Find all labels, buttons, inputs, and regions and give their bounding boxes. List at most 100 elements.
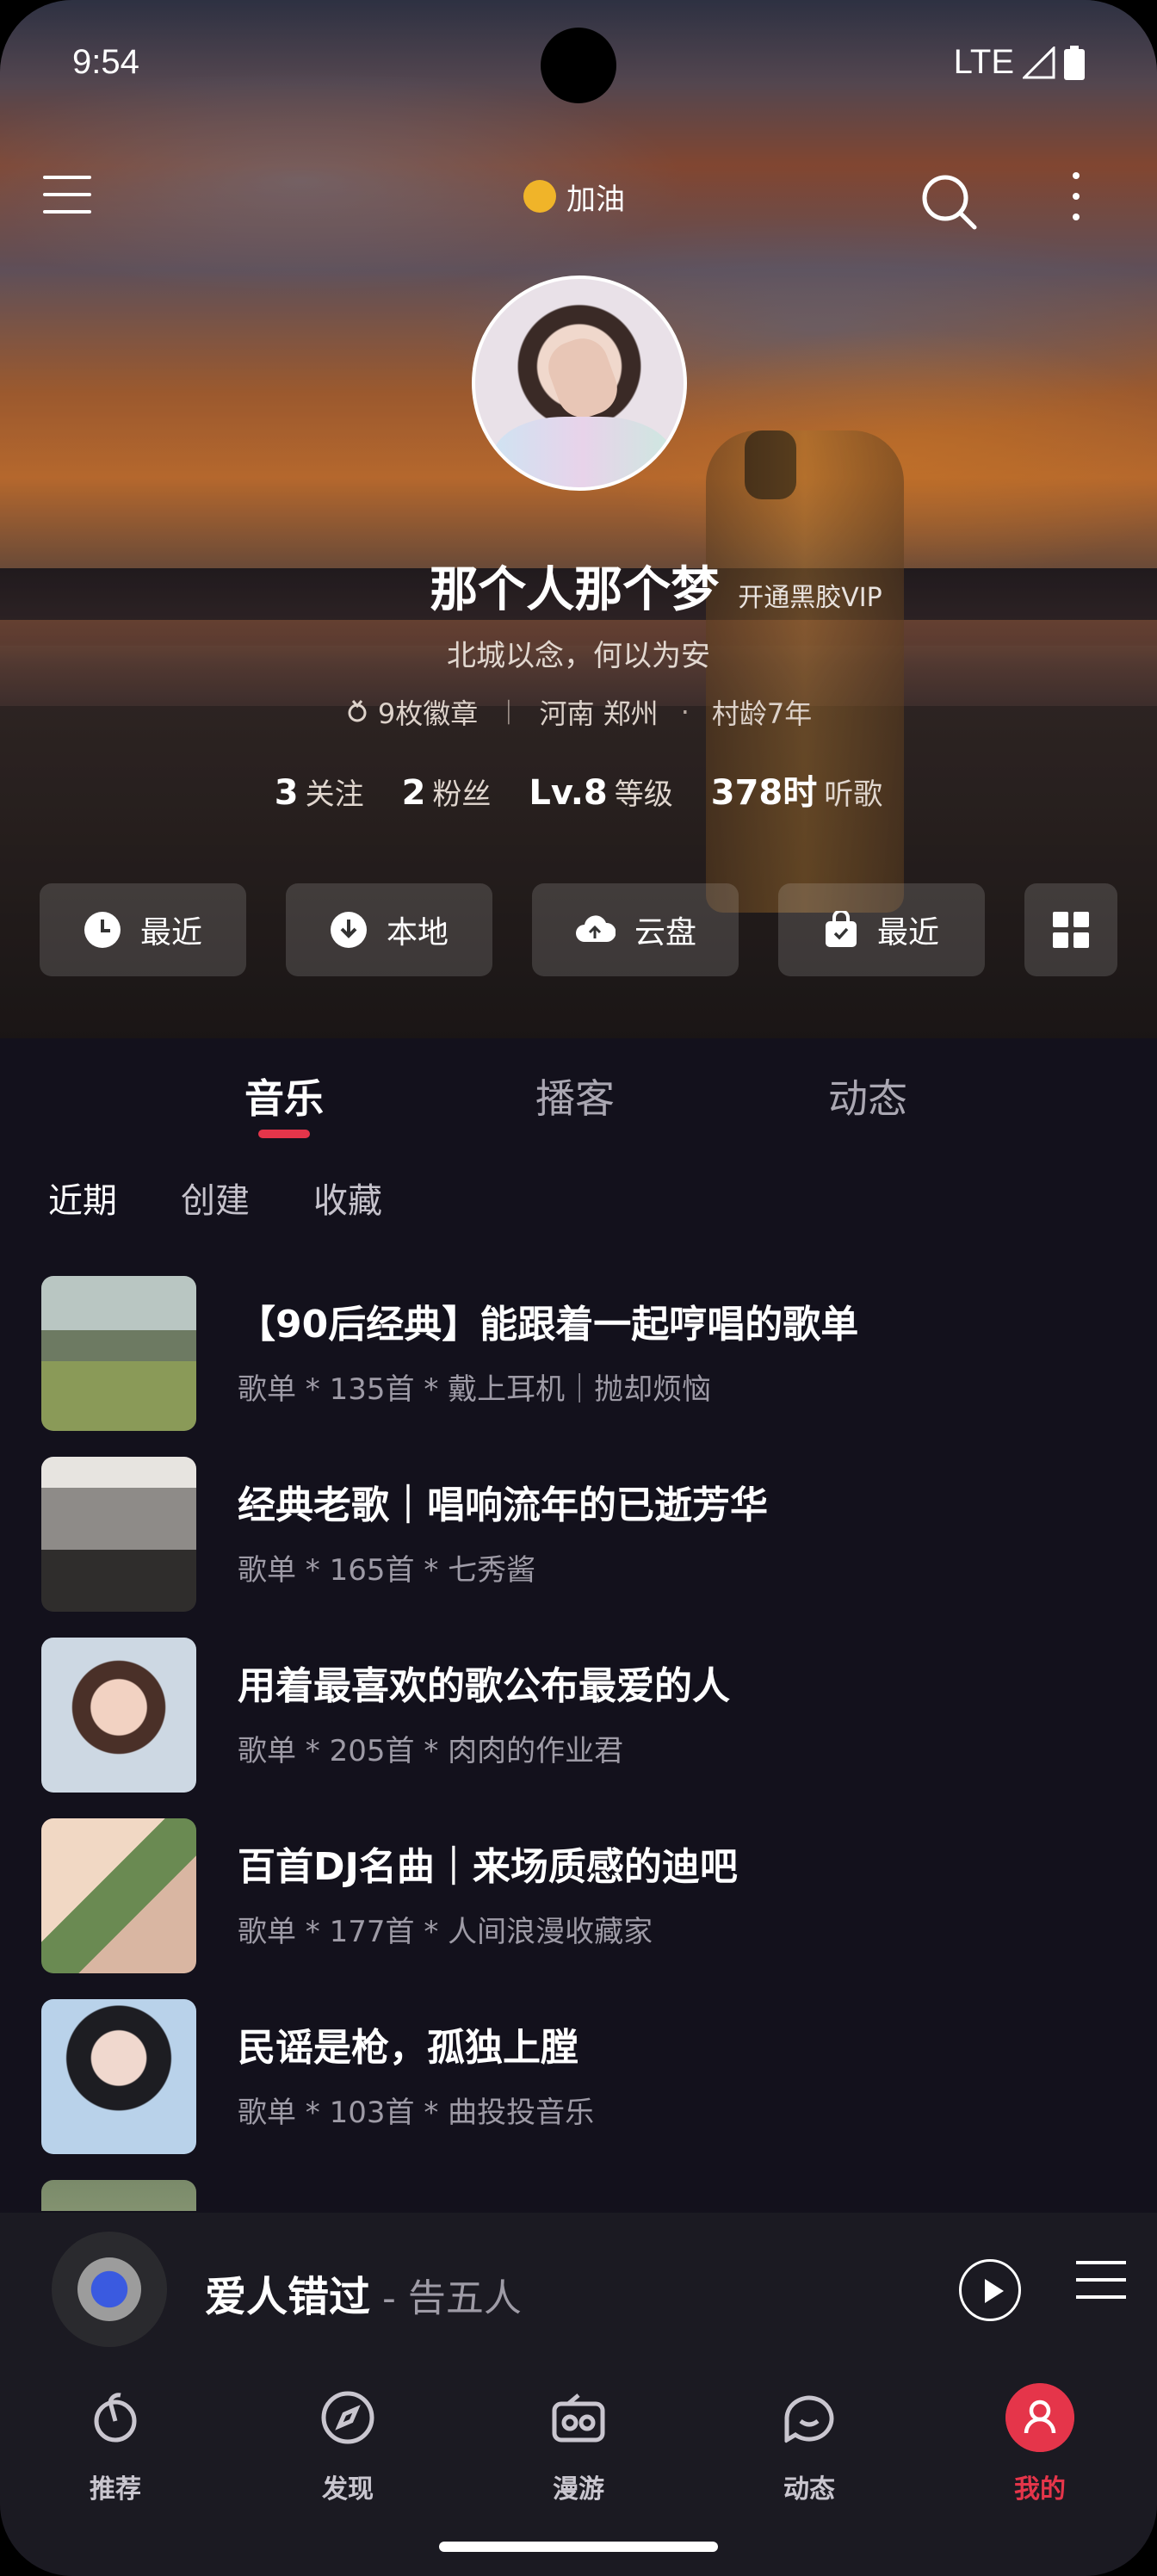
- user-location: 河南 郑州: [539, 697, 659, 730]
- nav-roam[interactable]: 漫游: [518, 2383, 639, 2521]
- now-playing-title: 爱人错过 - 告五人: [205, 2263, 522, 2323]
- camera-cutout: [541, 28, 616, 103]
- playlist-cover: [41, 1818, 196, 1973]
- more-options-icon[interactable]: [1067, 172, 1085, 231]
- vip-chip-label: 加油: [566, 182, 625, 217]
- name-row: 那个人那个梦 开通黑胶VIP: [0, 551, 1157, 621]
- stat-following-label: 关注: [305, 777, 364, 812]
- recent-button[interactable]: 最近: [40, 883, 246, 976]
- cloud-drive-button[interactable]: 云盘: [532, 883, 739, 976]
- content-tabs: 音乐 播客 动态: [0, 1068, 1157, 1138]
- mini-player[interactable]: 爱人错过 - 告五人: [0, 2213, 1157, 2366]
- stat-listen-num: 378时: [710, 773, 818, 813]
- open-vip-link[interactable]: 开通黑胶VIP: [738, 576, 882, 614]
- album-art: [77, 2257, 141, 2321]
- network-type: LTE: [953, 43, 1014, 81]
- playlist-meta: 歌单 * 135首 * 戴上耳机｜抛却烦恼: [238, 1372, 712, 1407]
- user-meta: 9枚徽章 ᛁ 河南 郑州 · 村龄7年: [0, 692, 1157, 732]
- playlist-meta: 歌单 * 205首 * 肉肉的作业君: [238, 1734, 624, 1768]
- avatar[interactable]: [472, 276, 687, 491]
- list-item-partial[interactable]: [41, 2180, 1117, 2211]
- badges-link[interactable]: 9枚徽章: [345, 692, 479, 732]
- playlist-title: 【90后经典】能跟着一起哼唱的歌单: [238, 1303, 859, 1347]
- nav-discover[interactable]: 发现: [288, 2383, 408, 2521]
- chat-bubble-icon: [784, 2395, 834, 2444]
- cloud-upload-icon: [575, 915, 616, 942]
- list-item[interactable]: 经典老歌｜唱响流年的已逝芳华 歌单 * 165首 * 七秀酱: [41, 1457, 1117, 1612]
- clock-icon: [84, 912, 121, 948]
- nav-recommend-label: 推荐: [90, 2474, 141, 2505]
- stat-level[interactable]: Lv.8 等级: [529, 771, 672, 813]
- local-button-label: 本地: [386, 915, 449, 951]
- radio-icon: [552, 2393, 605, 2443]
- recent-button-label: 最近: [139, 915, 202, 951]
- netease-music-icon: [94, 2393, 137, 2443]
- recent-purchase-button[interactable]: 最近: [778, 883, 985, 976]
- playlist-meta: 歌单 * 103首 * 曲投投音乐: [238, 2096, 595, 2130]
- playlist-meta: 歌单 * 165首 * 七秀酱: [238, 1553, 536, 1588]
- song-artist: - 告五人: [370, 2276, 522, 2320]
- playlist-list: 【90后经典】能跟着一起哼唱的歌单 歌单 * 135首 * 戴上耳机｜抛却烦恼 …: [0, 1276, 1157, 2211]
- home-indicator: [439, 2542, 718, 2552]
- list-item[interactable]: 【90后经典】能跟着一起哼唱的歌单 歌单 * 135首 * 戴上耳机｜抛却烦恼: [41, 1276, 1117, 1431]
- nav-feed[interactable]: 动态: [749, 2383, 869, 2521]
- village-age: 村龄7年: [711, 697, 813, 730]
- stat-level-label: 等级: [614, 777, 673, 812]
- shopping-bag-icon: [825, 911, 857, 947]
- playlist-title: 百首DJ名曲｜来场质感的迪吧: [238, 1845, 738, 1889]
- nav-discover-label: 发现: [322, 2474, 374, 2505]
- local-button[interactable]: 本地: [286, 883, 492, 976]
- stat-following[interactable]: 3 关注: [275, 771, 364, 813]
- user-signature: 北城以念，何以为安: [447, 639, 710, 673]
- menu-icon[interactable]: [43, 176, 91, 224]
- tab-podcast[interactable]: 播客: [535, 1068, 615, 1124]
- stat-followers-label: 粉丝: [432, 777, 492, 812]
- playlist-title: 经典老歌｜唱响流年的已逝芳华: [238, 1483, 768, 1527]
- recent-purchase-label: 最近: [876, 915, 939, 951]
- nav-feed-label: 动态: [783, 2474, 835, 2505]
- meta-divider: ᛁ: [500, 696, 517, 728]
- battery-icon: [1064, 45, 1085, 80]
- medal-icon: [348, 700, 367, 722]
- play-button[interactable]: [959, 2259, 1021, 2321]
- nav-mine[interactable]: 我的: [980, 2383, 1100, 2521]
- subtab-favorites[interactable]: 收藏: [313, 1173, 382, 1223]
- subtab-created[interactable]: 创建: [181, 1173, 250, 1223]
- list-item[interactable]: 民谣是枪，孤独上膛 歌单 * 103首 * 曲投投音乐: [41, 1999, 1117, 2154]
- signal-icon: [1023, 46, 1055, 78]
- quick-actions: 最近 本地 云盘 最近: [40, 883, 1117, 976]
- user-stats: 3 关注 2 粉丝 Lv.8 等级 378时 听歌: [0, 765, 1157, 814]
- nav-recommend[interactable]: 推荐: [55, 2383, 176, 2521]
- playlist-queue-icon[interactable]: [1076, 2261, 1126, 2316]
- playlist-title: 民谣是枪，孤独上膛: [238, 2026, 578, 2070]
- grid-apps-icon[interactable]: [1024, 883, 1117, 976]
- playlist-subtabs: 近期 创建 收藏: [48, 1173, 382, 1223]
- playlist-cover: [41, 1457, 196, 1612]
- stat-followers-num: 2: [401, 773, 426, 813]
- stat-followers[interactable]: 2 粉丝: [402, 771, 492, 813]
- nav-roam-label: 漫游: [553, 2474, 604, 2505]
- download-icon: [330, 912, 367, 948]
- emoji-face-icon: [523, 180, 556, 213]
- user-name: 那个人那个梦: [430, 562, 720, 618]
- cloud-drive-label: 云盘: [634, 915, 696, 951]
- vip-encourage-chip[interactable]: 加油: [523, 172, 625, 220]
- playlist-title: 用着最喜欢的歌公布最爱的人: [238, 1664, 730, 1708]
- search-icon[interactable]: [919, 172, 978, 231]
- tab-feed[interactable]: 动态: [828, 1068, 907, 1124]
- stat-level-num: Lv.8: [529, 773, 608, 813]
- playlist-meta: 歌单 * 177首 * 人间浪漫收藏家: [238, 1915, 653, 1949]
- badges-count: 9枚徽章: [377, 697, 479, 730]
- tab-music[interactable]: 音乐: [244, 1068, 324, 1124]
- playlist-cover: [41, 1638, 196, 1793]
- stat-following-num: 3: [274, 773, 299, 813]
- song-name: 爱人错过: [205, 2273, 371, 2321]
- stat-listen-time[interactable]: 378时 听歌: [711, 765, 883, 814]
- user-icon: [1005, 2383, 1074, 2452]
- status-time: 9:54: [72, 43, 139, 81]
- list-item[interactable]: 用着最喜欢的歌公布最爱的人 歌单 * 205首 * 肉肉的作业君: [41, 1638, 1117, 1793]
- subtab-recent[interactable]: 近期: [48, 1173, 117, 1223]
- playlist-cover: [41, 2180, 196, 2211]
- stat-listen-label: 听歌: [824, 777, 883, 812]
- list-item[interactable]: 百首DJ名曲｜来场质感的迪吧 歌单 * 177首 * 人间浪漫收藏家: [41, 1818, 1117, 1973]
